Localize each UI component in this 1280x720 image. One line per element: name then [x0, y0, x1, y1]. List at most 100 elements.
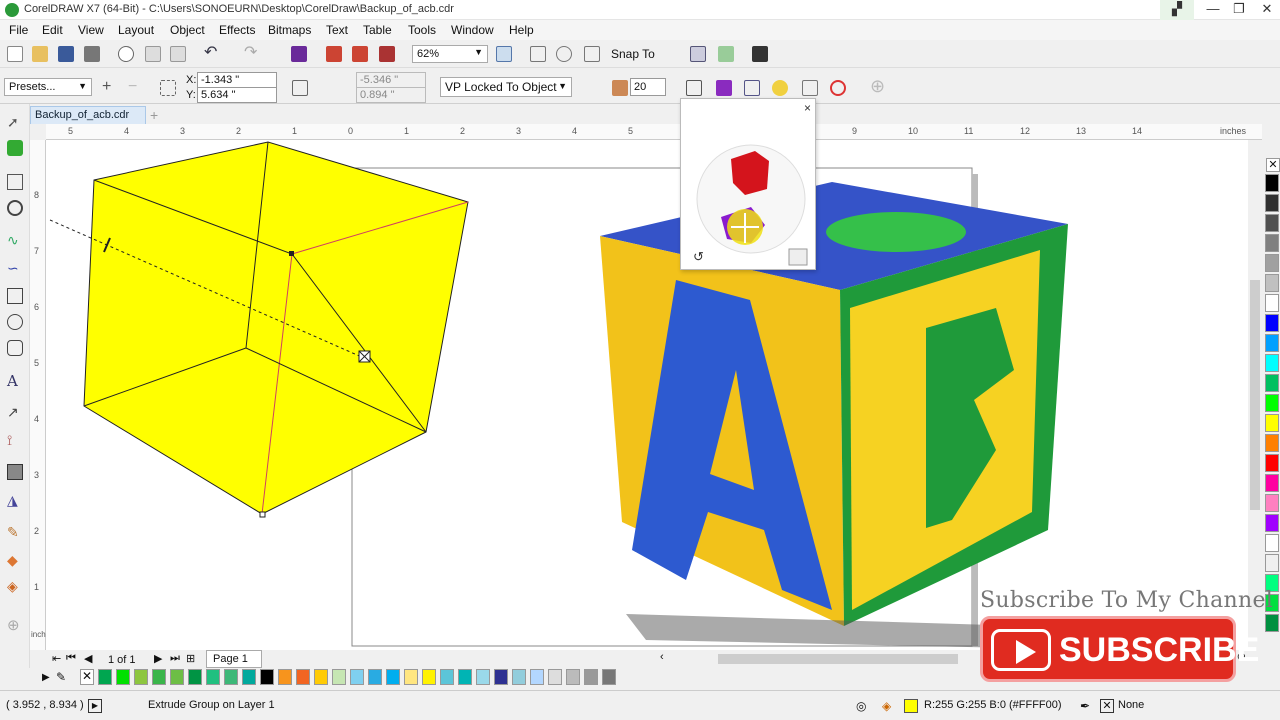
add-preset-icon[interactable]: +: [102, 78, 111, 96]
palette-swatch[interactable]: [296, 669, 310, 685]
palette-swatch[interactable]: [242, 669, 256, 685]
menu-edit[interactable]: Edit: [42, 23, 63, 37]
connector-tool-icon[interactable]: ⟟: [7, 432, 23, 448]
no-color-swatch[interactable]: ✕: [80, 669, 94, 685]
page-nav-start-icon[interactable]: ⏮: [66, 652, 76, 665]
ellipse-tool-icon[interactable]: [7, 314, 23, 330]
shape-tool-icon[interactable]: [7, 140, 23, 156]
snap-to-menu[interactable]: Snap To: [611, 47, 655, 61]
menu-object[interactable]: Object: [170, 23, 205, 37]
menu-help[interactable]: Help: [509, 23, 534, 37]
extrude-bevel-icon[interactable]: [744, 80, 760, 96]
palette-swatch[interactable]: [566, 669, 580, 685]
clear-extrude-icon[interactable]: [830, 80, 846, 96]
polygon-tool-icon[interactable]: [7, 340, 23, 356]
show-guidelines-icon[interactable]: [556, 46, 572, 62]
new-tab-button[interactable]: +: [150, 107, 158, 123]
extrude-rotation-icon[interactable]: [686, 80, 702, 96]
new-document-icon[interactable]: [7, 46, 23, 62]
palette-swatch[interactable]: [1265, 194, 1279, 212]
extrude-preview-dial[interactable]: [681, 99, 817, 271]
palette-arrow-icon[interactable]: ▶: [42, 672, 50, 683]
palette-swatch[interactable]: [548, 669, 562, 685]
palette-swatch[interactable]: [1265, 214, 1279, 232]
palette-swatch[interactable]: [260, 669, 274, 685]
palette-swatch[interactable]: [224, 669, 238, 685]
no-color-swatch[interactable]: ✕: [1266, 158, 1280, 172]
show-grid-icon[interactable]: [584, 46, 600, 62]
palette-swatch[interactable]: [584, 669, 598, 685]
add-tool-icon[interactable]: ⊕: [7, 616, 23, 634]
palette-swatch[interactable]: [386, 669, 400, 685]
play-icon[interactable]: ▶: [88, 699, 102, 713]
add-toolbar-icon[interactable]: ⊕: [870, 76, 885, 97]
maximize-button[interactable]: ❐: [1224, 0, 1254, 20]
extrusion-depth-input[interactable]: 20: [630, 78, 666, 96]
extrusion-type-icon[interactable]: [292, 80, 308, 96]
save-icon[interactable]: [58, 46, 74, 62]
application-launcher-icon[interactable]: [752, 46, 768, 62]
fill-color-swatch[interactable]: [904, 699, 918, 713]
palette-swatch[interactable]: [1265, 314, 1279, 332]
artistic-media-tool-icon[interactable]: ∽: [7, 260, 23, 276]
palette-swatch[interactable]: [368, 669, 382, 685]
palette-swatch[interactable]: [512, 669, 526, 685]
menu-layout[interactable]: Layout: [118, 23, 154, 37]
palette-swatch[interactable]: [1265, 354, 1279, 372]
palette-swatch[interactable]: [1265, 174, 1279, 192]
parallel-dimension-tool-icon[interactable]: ↗: [7, 404, 23, 420]
crop-tool-icon[interactable]: [7, 174, 23, 190]
palette-swatch[interactable]: [1265, 274, 1279, 292]
close-icon[interactable]: ×: [804, 101, 811, 115]
open-folder-icon[interactable]: [32, 46, 48, 62]
palette-swatch[interactable]: [1265, 294, 1279, 312]
horizontal-ruler[interactable]: 5 4 3 2 1 0 1 2 3 4 5 6 7 8 9 10 11 12 1…: [46, 124, 1262, 140]
zoom-level-select[interactable]: 62% ▼: [412, 45, 488, 63]
palette-swatch[interactable]: [1265, 494, 1279, 512]
vertical-scroll-thumb[interactable]: [1250, 280, 1260, 510]
extrude-color-icon[interactable]: [716, 80, 732, 96]
palette-swatch[interactable]: [1265, 614, 1279, 632]
vertical-scrollbar[interactable]: [1248, 140, 1262, 650]
rectangle-tool-icon[interactable]: [7, 288, 23, 304]
palette-swatch[interactable]: [404, 669, 418, 685]
palette-swatch[interactable]: [1265, 374, 1279, 392]
interactive-fill-tool-icon[interactable]: ◆: [7, 552, 23, 568]
eyedropper-icon[interactable]: ✎: [56, 670, 66, 684]
page-nav-prev-icon[interactable]: ◀: [84, 652, 92, 665]
close-button[interactable]: ✕: [1252, 0, 1280, 20]
palette-swatch[interactable]: [314, 669, 328, 685]
pick-tool-icon[interactable]: ➚: [7, 114, 23, 130]
yellow-extruded-cube[interactable]: [49, 141, 469, 518]
paste-icon[interactable]: [170, 46, 186, 62]
remove-preset-icon[interactable]: −: [128, 78, 137, 96]
publish-pdf-icon[interactable]: [379, 46, 395, 62]
palette-swatch[interactable]: [116, 669, 130, 685]
show-rulers-icon[interactable]: [530, 46, 546, 62]
vanishing-point-x-input[interactable]: -5.346 ": [356, 72, 426, 88]
page-nav-next-icon[interactable]: ▶: [154, 652, 162, 665]
palette-swatch[interactable]: [1265, 394, 1279, 412]
palette-swatch[interactable]: [1265, 554, 1279, 572]
page-nav-end-icon[interactable]: ⏭: [170, 652, 180, 665]
extrude-lighting-icon[interactable]: [772, 80, 788, 96]
cut-icon[interactable]: [118, 46, 134, 62]
menu-effects[interactable]: Effects: [219, 23, 255, 37]
palette-swatch[interactable]: [476, 669, 490, 685]
interactive-extrude-tool-icon[interactable]: [7, 464, 23, 480]
palette-swatch[interactable]: [350, 669, 364, 685]
palette-swatch[interactable]: [98, 669, 112, 685]
transparency-tool-icon[interactable]: ◮: [7, 492, 23, 508]
outline-color-swatch[interactable]: ✕: [1100, 699, 1114, 713]
drawing-canvas[interactable]: [46, 140, 1248, 650]
menu-file[interactable]: File: [9, 23, 28, 37]
options-icon[interactable]: [718, 46, 734, 62]
copy-extrude-icon[interactable]: [802, 80, 818, 96]
y-position-input[interactable]: 5.634 ": [197, 87, 277, 103]
horizontal-scroll-thumb[interactable]: [718, 654, 958, 664]
menu-view[interactable]: View: [78, 23, 104, 37]
menu-table[interactable]: Table: [363, 23, 392, 37]
welcome-screen-icon[interactable]: [690, 46, 706, 62]
import-icon[interactable]: [326, 46, 342, 62]
full-screen-preview-icon[interactable]: [496, 46, 512, 62]
